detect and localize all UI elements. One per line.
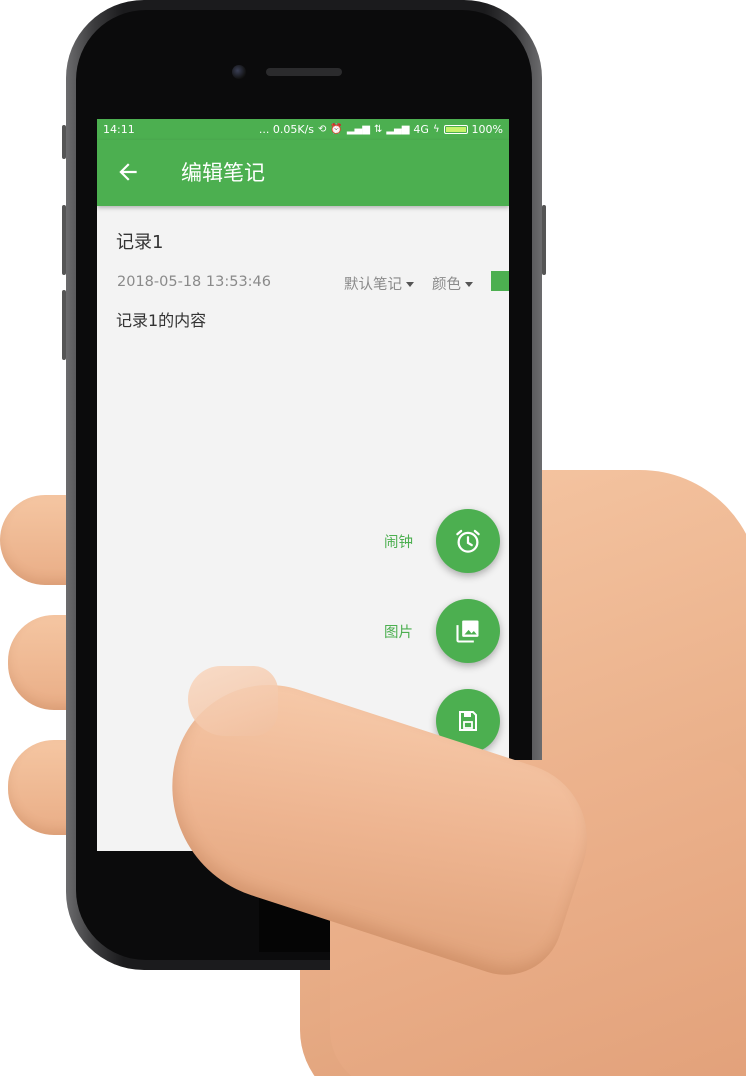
volume-down-button (62, 290, 66, 360)
earpiece-speaker (266, 68, 342, 76)
color-dropdown[interactable]: 颜色 (432, 273, 473, 294)
battery-icon (443, 125, 468, 134)
front-camera (232, 65, 246, 79)
caret-down-icon (465, 282, 473, 287)
battery-percent: 100% (471, 123, 503, 136)
photo-stage: 14:11 ... 0.05K/s ⟲ ⏰ ▂▄▆ ⇅ ▂▄▆ 4G ϟ 100… (0, 0, 746, 1076)
page-title: 编辑笔记 (181, 161, 265, 185)
alarm-clock-icon (456, 529, 480, 553)
battery-level-fill (445, 127, 466, 132)
save-icon (459, 711, 477, 731)
note-content-field[interactable]: 记录1的内容 (116, 307, 206, 331)
caret-down-icon (406, 282, 414, 287)
charging-icon: ϟ (432, 124, 440, 135)
sync-off-icon: ⟲ (318, 124, 327, 135)
category-dropdown[interactable]: 默认笔记 (344, 273, 414, 294)
status-time: 14:11 (103, 123, 135, 136)
status-bar: 14:11 ... 0.05K/s ⟲ ⏰ ▂▄▆ ⇅ ▂▄▆ 4G ϟ 100… (97, 119, 509, 140)
signal-icon: ▂▄▆ (386, 124, 410, 135)
fab-image-label[interactable]: 图片 (384, 621, 413, 642)
power-button (542, 205, 546, 275)
category-label: 默认笔记 (344, 277, 402, 293)
volume-up-button (62, 205, 66, 275)
app-toolbar: 编辑笔记 (97, 140, 509, 206)
image-fab-button[interactable] (436, 599, 500, 663)
alarm-fab-button[interactable] (436, 509, 500, 573)
note-title-field[interactable]: 记录1 (116, 228, 163, 254)
network-speed: ... 0.05K/s (258, 123, 315, 136)
status-indicators: ... 0.05K/s ⟲ ⏰ ▂▄▆ ⇅ ▂▄▆ 4G ϟ 100% (259, 119, 503, 140)
alarm-status-icon: ⏰ (330, 124, 343, 135)
image-icon (456, 620, 479, 643)
note-datetime: 2018-05-18 13:53:46 (117, 274, 271, 290)
thumb-nail (188, 666, 278, 736)
arrow-left-icon[interactable] (115, 159, 141, 185)
network-type: 4G (413, 123, 429, 136)
fab-alarm-label[interactable]: 闹钟 (384, 531, 413, 552)
data-arrows-icon: ⇅ (373, 124, 383, 135)
mute-switch (62, 125, 66, 159)
color-label: 颜色 (432, 277, 461, 293)
signal-icon: ▂▄▆ (346, 124, 370, 135)
color-swatch[interactable] (491, 271, 509, 291)
